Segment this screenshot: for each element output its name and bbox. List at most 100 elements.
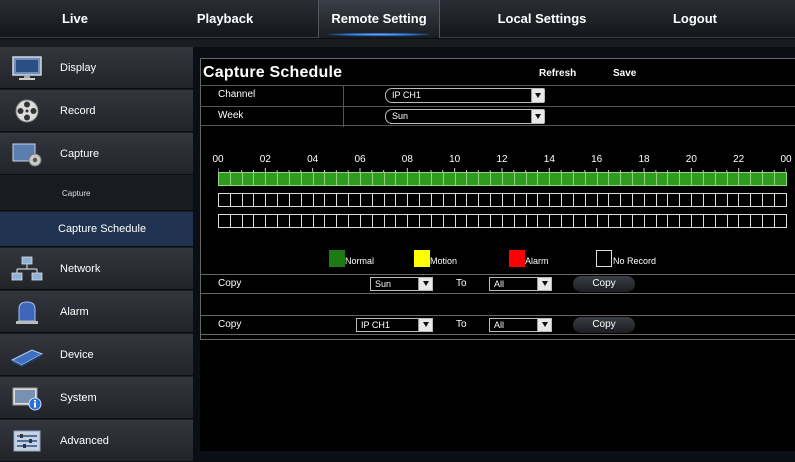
legend-label-no-record: No Record (613, 256, 657, 266)
row-divider (343, 86, 344, 106)
network-icon (11, 256, 43, 281)
copy-to-value: All (494, 279, 505, 289)
tab-logout[interactable]: Logout (660, 0, 730, 38)
sidebar-subitem-capture-schedule[interactable]: Capture Schedule (0, 212, 193, 247)
sidebar-item-advanced[interactable]: Advanced (0, 420, 193, 462)
hour-label: 16 (591, 154, 603, 165)
tab-local-settings[interactable]: Local Settings (482, 0, 602, 38)
device-icon (10, 349, 44, 367)
hour-label: 22 (733, 154, 745, 165)
copy-label: Copy (218, 319, 242, 330)
save-button[interactable]: Save (613, 68, 636, 79)
copy-from-value: IP CH1 (361, 320, 390, 330)
schedule-grid-normal[interactable] (218, 172, 787, 186)
week-value: Sun (392, 111, 409, 121)
sidebar-item-label: Record (60, 105, 96, 117)
sidebar-item-alarm[interactable]: Alarm (0, 291, 193, 333)
sidebar-item-label: Network (60, 263, 101, 275)
hour-labels: 00 02 04 06 08 10 12 14 16 18 20 22 00 (200, 154, 795, 168)
chevron-down-icon (531, 89, 544, 102)
sidebar-item-label: Alarm (60, 306, 89, 318)
copy-to-channel-select[interactable]: All (489, 318, 552, 332)
film-reel-icon (15, 99, 39, 123)
copy-channel-row: Copy IP CH1 To All Copy (200, 315, 795, 335)
hour-label: 00 (212, 154, 224, 165)
copy-to-select[interactable]: All (489, 277, 552, 291)
sidebar-item-label: System (60, 392, 97, 404)
chevron-down-icon (531, 110, 544, 123)
copy-button[interactable]: Copy (573, 317, 635, 333)
system-info-icon (12, 387, 42, 411)
hour-label: 08 (401, 154, 413, 165)
channel-row: Channel IP CH1 (200, 85, 795, 106)
hour-label: 20 (685, 154, 697, 165)
refresh-button[interactable]: Refresh (539, 68, 576, 79)
sidebar-item-label: Advanced (60, 435, 109, 447)
channel-label: Channel (218, 89, 256, 100)
hour-label: 12 (496, 154, 508, 165)
hour-label: 14 (543, 154, 555, 165)
advanced-icon (13, 430, 41, 452)
page-title: Capture Schedule (203, 64, 343, 81)
to-label: To (456, 319, 467, 330)
tab-live[interactable]: Live (40, 0, 110, 38)
capture-gear-icon (12, 143, 42, 167)
hour-label: 06 (354, 154, 366, 165)
copy-from-select[interactable]: Sun (370, 277, 433, 291)
schedule-cell[interactable] (773, 214, 787, 228)
week-select[interactable]: Sun (385, 109, 545, 124)
hour-label: 00 (780, 154, 792, 165)
legend: Normal Motion Alarm No Record (200, 250, 795, 268)
channel-value: IP CH1 (392, 90, 421, 100)
monitor-icon (12, 56, 42, 80)
sidebar-subitem-capture[interactable]: Capture (0, 176, 193, 211)
main-panel: Capture Schedule Refresh Save Channel IP… (200, 58, 795, 451)
legend-label-normal: Normal (345, 256, 375, 266)
chevron-down-icon (418, 319, 432, 331)
legend-swatch-normal (329, 250, 345, 267)
sidebar-item-system[interactable]: System (0, 377, 193, 419)
schedule-grid-alarm[interactable] (218, 214, 787, 228)
copy-from-channel-select[interactable]: IP CH1 (356, 318, 433, 332)
sidebar-item-record[interactable]: Record (0, 90, 193, 132)
schedule-cell[interactable] (773, 193, 787, 207)
nav-divider (0, 39, 795, 47)
sidebar-item-display[interactable]: Display (0, 47, 193, 89)
copy-to-value: All (494, 320, 505, 330)
schedule-cell[interactable] (773, 172, 787, 186)
sidebar-item-capture[interactable]: Capture (0, 133, 193, 175)
week-row: Week Sun (200, 106, 795, 127)
hour-label: 10 (449, 154, 461, 165)
sidebar-item-label: Capture (60, 148, 100, 160)
chevron-down-icon (418, 278, 432, 290)
hour-label: 02 (259, 154, 271, 165)
legend-label-alarm: Alarm (525, 256, 549, 266)
copy-from-value: Sun (375, 279, 392, 289)
chevron-down-icon (537, 278, 551, 290)
to-label: To (456, 278, 467, 289)
sidebar-subitem-label: Capture Schedule (58, 223, 147, 235)
copy-label: Copy (218, 278, 242, 289)
legend-swatch-no-record (596, 250, 612, 267)
row-divider (343, 107, 344, 127)
tab-remote-setting[interactable]: Remote Setting (318, 0, 440, 38)
sidebar-item-label: Display (60, 62, 97, 74)
channel-select[interactable]: IP CH1 (385, 88, 545, 103)
tab-playback[interactable]: Playback (180, 0, 270, 38)
copy-week-row: Copy Sun To All Copy (200, 274, 795, 294)
top-nav: Live Playback Remote Setting Local Setti… (0, 0, 795, 38)
sidebar-subitem-label: Capture (62, 189, 91, 198)
copy-button[interactable]: Copy (573, 276, 635, 292)
legend-swatch-motion (414, 250, 430, 267)
week-label: Week (218, 110, 244, 121)
hour-label: 18 (638, 154, 650, 165)
sidebar-item-network[interactable]: Network (0, 248, 193, 290)
schedule-grid-motion[interactable] (218, 193, 787, 207)
chevron-down-icon (537, 319, 551, 331)
alarm-icon (16, 301, 38, 324)
legend-label-motion: Motion (430, 256, 458, 266)
sidebar: Display Record Capture Capture Capture S… (0, 47, 193, 462)
hour-label: 04 (307, 154, 319, 165)
legend-swatch-alarm (509, 250, 525, 267)
sidebar-item-device[interactable]: Device (0, 334, 193, 376)
